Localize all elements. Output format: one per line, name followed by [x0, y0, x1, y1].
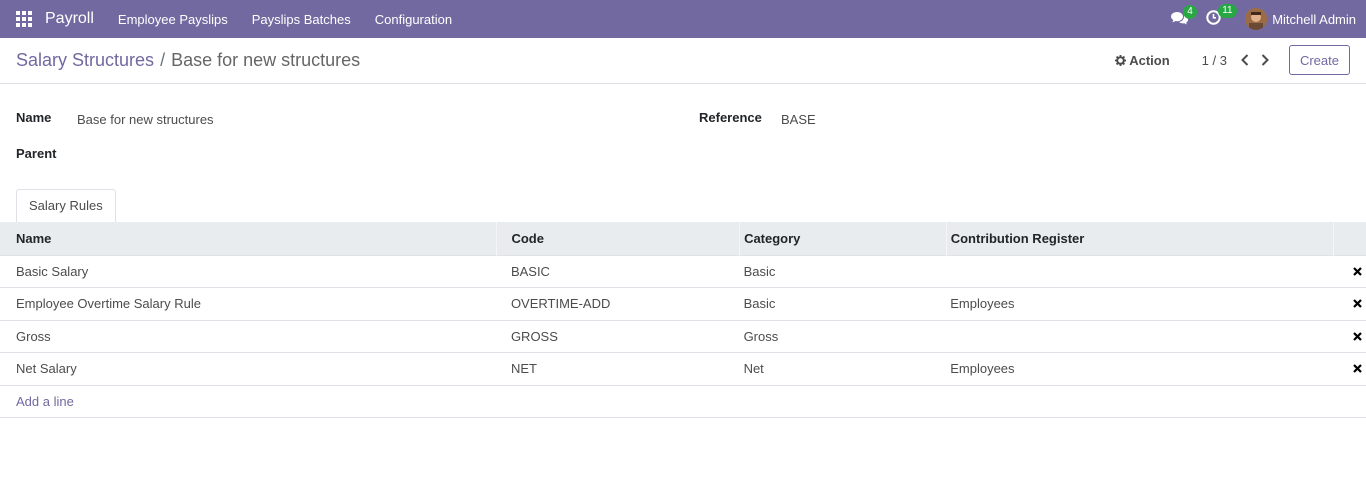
- cell-category[interactable]: Basic: [739, 287, 947, 320]
- reference-value: BASE: [781, 112, 816, 127]
- delete-icon: [1353, 264, 1362, 279]
- delete-row-button[interactable]: [1333, 287, 1366, 320]
- reference-field[interactable]: BASE: [781, 112, 816, 127]
- cell-category[interactable]: Basic: [739, 254, 947, 288]
- activity-menu[interactable]: 11: [1206, 4, 1237, 28]
- pager-value[interactable]: 1 / 3: [1202, 53, 1227, 68]
- breadcrumb-parent-link[interactable]: Salary Structures: [16, 50, 154, 70]
- cell-category[interactable]: Gross: [739, 319, 947, 353]
- delete-icon: [1353, 296, 1362, 311]
- column-header-code[interactable]: Code: [496, 222, 741, 255]
- add-line-link[interactable]: Add a line: [16, 394, 74, 409]
- table-header-row: Name Code Category Contribution Register: [0, 222, 1366, 255]
- chevron-right-icon: [1261, 54, 1269, 66]
- activities-count-badge: 11: [1218, 4, 1237, 18]
- salary-rules-table: Name Code Category Contribution Register…: [0, 222, 1366, 418]
- systray: 4 11 Mitchell Admin: [1171, 0, 1356, 38]
- messaging-menu[interactable]: 4: [1171, 4, 1197, 28]
- cell-contribution-register[interactable]: Employees: [946, 352, 1334, 385]
- cell-code[interactable]: BASIC: [496, 254, 740, 288]
- cell-name[interactable]: Gross: [0, 319, 497, 353]
- table-bottom-divider: [0, 417, 1366, 418]
- control-panel-actions: Action 1 / 3 Create: [1115, 45, 1350, 75]
- column-header-category[interactable]: Category: [739, 222, 947, 255]
- messages-count-badge: 4: [1183, 4, 1197, 19]
- apps-menu-icon[interactable]: [0, 0, 48, 38]
- add-line-row: Add a line: [0, 384, 1366, 418]
- column-header-name[interactable]: Name: [0, 222, 498, 255]
- column-header-contribution-register[interactable]: Contribution Register: [946, 222, 1334, 255]
- delete-row-button[interactable]: [1333, 352, 1366, 385]
- name-value: Base for new structures: [77, 112, 214, 127]
- cell-code[interactable]: NET: [496, 352, 740, 385]
- table-row[interactable]: Employee Overtime Salary Rule OVERTIME-A…: [0, 287, 1366, 320]
- pager-previous-button[interactable]: [1235, 45, 1255, 75]
- gear-icon: [1115, 54, 1127, 66]
- notebook-tabs: Salary Rules: [16, 189, 116, 223]
- reference-label: Reference: [699, 110, 762, 125]
- action-label: Action: [1129, 52, 1170, 68]
- cell-name[interactable]: Employee Overtime Salary Rule: [0, 287, 497, 320]
- avatar: [1245, 8, 1268, 30]
- cell-name[interactable]: Basic Salary: [0, 254, 497, 288]
- cell-contribution-register[interactable]: Employees: [946, 287, 1334, 320]
- menu-employee-payslips[interactable]: Employee Payslips: [118, 12, 228, 27]
- breadcrumb-separator: /: [160, 50, 166, 70]
- cell-name[interactable]: Net Salary: [0, 352, 497, 385]
- table-row[interactable]: Basic Salary BASIC Basic: [0, 254, 1366, 288]
- parent-field-label: Parent: [16, 146, 56, 161]
- cell-code[interactable]: GROSS: [496, 319, 740, 353]
- delete-row-button[interactable]: [1333, 254, 1366, 288]
- cell-contribution-register[interactable]: [946, 254, 1334, 288]
- table-row[interactable]: Gross GROSS Gross: [0, 319, 1366, 353]
- cell-contribution-register[interactable]: [946, 319, 1334, 353]
- menu-payslips-batches[interactable]: Payslips Batches: [252, 12, 351, 27]
- breadcrumb: Salary Structures / Base for new structure…: [16, 50, 360, 71]
- pager-next-button[interactable]: [1255, 45, 1275, 75]
- action-dropdown-button[interactable]: Action: [1115, 52, 1170, 68]
- top-navbar: Payroll Employee Payslips Payslips Batch…: [0, 0, 1366, 38]
- table-row[interactable]: Net Salary NET Net Employees: [0, 352, 1366, 385]
- tab-salary-rules[interactable]: Salary Rules: [16, 189, 116, 223]
- delete-row-button[interactable]: [1333, 319, 1366, 353]
- user-menu[interactable]: Mitchell Admin: [1245, 8, 1356, 30]
- app-brand[interactable]: Payroll: [45, 10, 94, 28]
- name-field[interactable]: Base for new structures: [77, 112, 214, 127]
- control-panel: Salary Structures / Base for new structure…: [0, 38, 1366, 84]
- user-name: Mitchell Admin: [1272, 11, 1356, 27]
- add-line-cell: Add a line: [0, 384, 1366, 418]
- parent-label: Parent: [16, 146, 57, 161]
- name-label: Name: [16, 110, 52, 125]
- cell-category[interactable]: Net: [739, 352, 947, 385]
- cell-code[interactable]: OVERTIME-ADD: [496, 287, 740, 320]
- name-field-label: Name: [16, 110, 51, 125]
- reference-field-label: Reference: [699, 110, 762, 125]
- menu-configuration[interactable]: Configuration: [375, 12, 452, 27]
- delete-icon: [1353, 329, 1362, 344]
- delete-icon: [1353, 361, 1362, 376]
- column-header-actions: [1333, 222, 1366, 255]
- chevron-left-icon: [1241, 54, 1249, 66]
- breadcrumb-current: Base for new structures: [171, 50, 361, 70]
- create-button[interactable]: Create: [1288, 45, 1350, 75]
